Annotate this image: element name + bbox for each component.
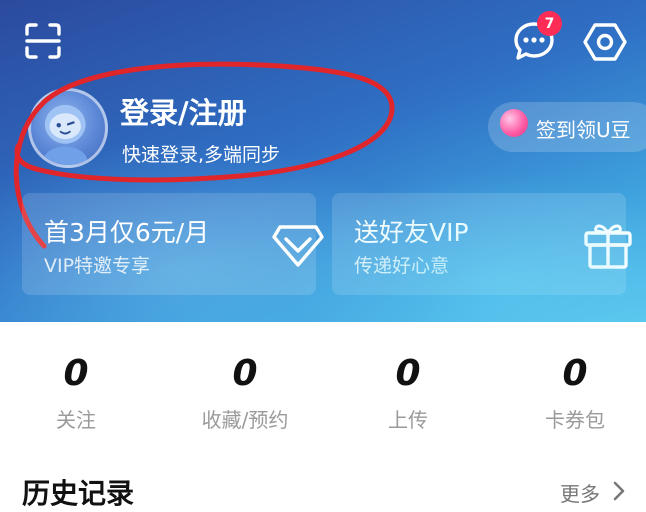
stat-follow-value: 0 (63, 353, 89, 394)
scan-icon[interactable] (24, 22, 62, 60)
gift-vip-title: 送好友VIP (354, 218, 469, 247)
stat-favorites[interactable]: 0 收藏/预约 (175, 354, 315, 433)
stat-coupons[interactable]: 0 卡券包 (505, 354, 645, 433)
sign-in-orb-icon (500, 109, 528, 137)
stats-row: 0 关注 0 收藏/预约 0 上传 0 卡券包 (0, 322, 646, 442)
history-title: 历史记录 (22, 477, 135, 510)
vip-offer-subtitle: VIP特邀专享 (44, 255, 151, 277)
stat-favorites-value: 0 (232, 353, 258, 394)
login-subtitle: 快速登录,多端同步 (122, 144, 281, 166)
stat-uploads[interactable]: 0 上传 (338, 354, 478, 433)
gift-icon (584, 224, 632, 269)
sign-in-label: 签到领U豆 (536, 118, 631, 142)
stat-coupons-label: 卡券包 (545, 408, 605, 432)
vip-offer-card[interactable]: 首3月仅6元/月 VIP特邀专享 (22, 193, 324, 295)
message-badge: 7 (537, 11, 562, 36)
avatar-icon (43, 104, 88, 165)
gift-vip-card[interactable]: 送好友VIP 传递好心意 (332, 193, 632, 295)
chevron-right-icon[interactable] (612, 480, 626, 502)
gift-vip-subtitle: 传递好心意 (354, 255, 450, 277)
stat-favorites-label: 收藏/预约 (201, 408, 289, 432)
vip-diamond-icon (272, 225, 324, 267)
avatar[interactable] (28, 88, 108, 168)
settings-gear-icon[interactable] (582, 20, 628, 64)
history-more-link[interactable]: 更多 (560, 478, 600, 507)
vip-offer-title: 首3月仅6元/月 (44, 218, 210, 247)
stat-uploads-label: 上传 (388, 408, 428, 432)
stat-follow-label: 关注 (56, 408, 96, 432)
stat-uploads-value: 0 (395, 353, 421, 394)
stat-follow[interactable]: 0 关注 (6, 354, 146, 433)
stat-coupons-value: 0 (562, 353, 588, 394)
login-register-title[interactable]: 登录/注册 (120, 90, 247, 132)
profile-header: 7 登录/注册 快速登录,多端同步 签到领U豆 首3月仅6元/月 VIP特邀专享 (0, 0, 646, 322)
sign-in-button[interactable]: 签到领U豆 (488, 102, 646, 152)
